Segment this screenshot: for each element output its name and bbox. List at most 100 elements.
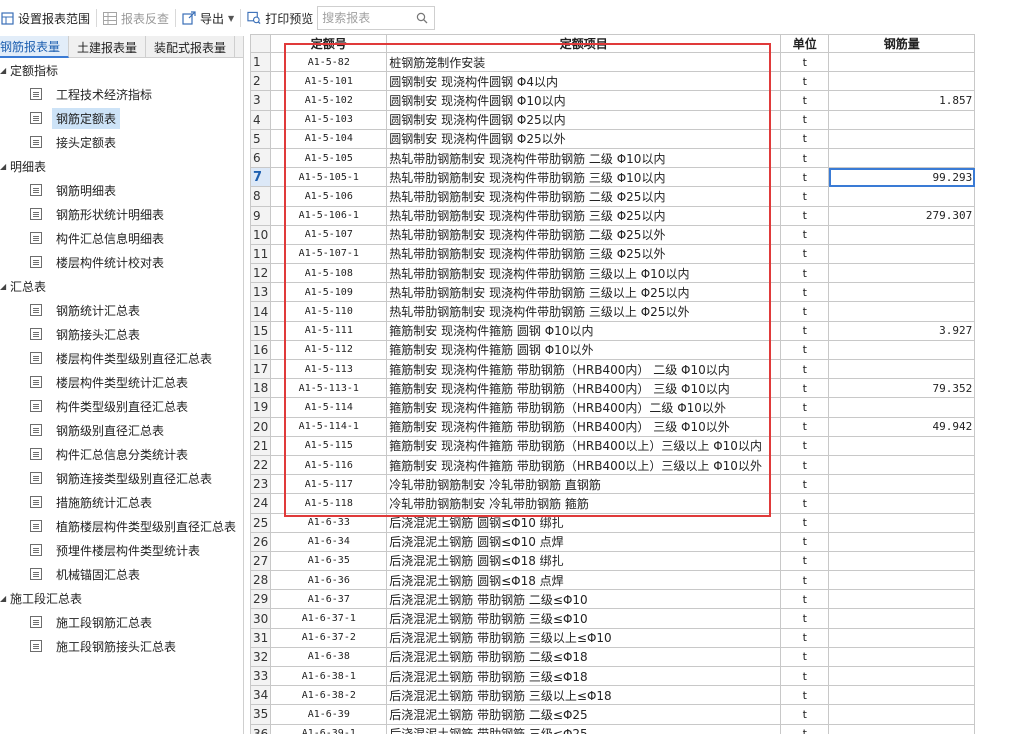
cell-value[interactable] <box>828 358 976 380</box>
cell-code[interactable]: A1-6-39 <box>270 704 388 725</box>
cell-unit[interactable]: t <box>780 665 830 687</box>
tree-item-report[interactable]: 钢筋明细表 <box>0 178 243 202</box>
cell-item[interactable]: 后浇混泥土钢筋 带肋钢筋 三级以上≤Φ18 <box>386 685 782 706</box>
cell-code[interactable]: A1-6-34 <box>270 531 388 552</box>
table-row[interactable]: 32 A1-6-38 后浇混泥土钢筋 带肋钢筋 二级≤Φ18 t <box>249 646 976 668</box>
cell-value[interactable]: 279.307 <box>828 205 976 226</box>
cell-code[interactable]: A1-5-112 <box>270 339 388 361</box>
table-row[interactable]: 29 A1-6-37 后浇混泥土钢筋 带肋钢筋 二级≤Φ10 t <box>249 589 976 610</box>
cell-unit[interactable]: t <box>780 627 830 648</box>
cell-item[interactable]: 圆钢制安 现浇构件圆钢 Φ25以外 <box>386 128 782 149</box>
cell-unit[interactable]: t <box>780 435 830 456</box>
tree-item-report[interactable]: 机械锚固汇总表 <box>0 562 243 586</box>
tree-item-report[interactable]: 预埋件楼层构件类型统计表 <box>0 538 243 562</box>
cell-unit[interactable]: t <box>780 358 830 380</box>
cell-unit[interactable]: t <box>780 416 830 437</box>
collapse-arrow-icon[interactable]: ◢ <box>0 282 10 291</box>
cell-value[interactable] <box>828 550 976 572</box>
cell-unit[interactable]: t <box>780 51 830 73</box>
cell-unit[interactable]: t <box>780 378 830 399</box>
cell-code[interactable]: A1-5-116 <box>270 454 388 476</box>
cell-code[interactable]: A1-5-115 <box>270 435 388 456</box>
table-row[interactable]: 30 A1-6-37-1 后浇混泥土钢筋 带肋钢筋 三级≤Φ10 t <box>249 608 976 629</box>
cell-item[interactable]: 箍筋制安 现浇构件箍筋 带肋钢筋（HRB400内）二级 Φ10以外 <box>386 397 782 418</box>
cell-item[interactable]: 热轧带肋钢筋制安 现浇构件带肋钢筋 三级以上 Φ25以外 <box>386 301 782 322</box>
cell-item[interactable]: 冷轧带肋钢筋制安 冷轧带肋钢筋 直钢筋 <box>386 474 782 495</box>
tree-item-report[interactable]: 植筋楼层构件类型级别直径汇总表 <box>0 514 243 538</box>
cell-code[interactable]: A1-6-37-1 <box>270 608 388 629</box>
cell-item[interactable]: 后浇混泥土钢筋 带肋钢筋 三级≤Φ10 <box>386 608 782 629</box>
table-row[interactable]: 11 A1-5-107-1 热轧带肋钢筋制安 现浇构件带肋钢筋 三级 Φ25以外 t <box>249 243 976 265</box>
cell-code[interactable]: A1-6-38-1 <box>270 665 388 687</box>
table-row[interactable]: 13 A1-5-109 热轧带肋钢筋制安 现浇构件带肋钢筋 三级以上 Φ25以内 t <box>249 282 976 303</box>
cell-unit[interactable]: t <box>780 320 830 341</box>
cell-unit[interactable]: t <box>780 454 830 476</box>
cell-value[interactable]: 3.927 <box>828 320 976 341</box>
tree-item-report[interactable]: 工程技术经济指标 <box>0 82 243 106</box>
table-row[interactable]: 7 A1-5-105-1 热轧带肋钢筋制安 现浇构件带肋钢筋 三级 Φ10以内 t 99… <box>249 167 976 188</box>
cell-value[interactable]: 1.857 <box>828 90 976 111</box>
cell-unit[interactable]: t <box>780 128 830 149</box>
cell-unit[interactable]: t <box>780 71 830 92</box>
cell-value[interactable] <box>828 71 976 92</box>
cell-unit[interactable]: t <box>780 147 830 169</box>
cell-value[interactable] <box>828 51 976 73</box>
tree-item-report[interactable]: 钢筋接头汇总表 <box>0 322 243 346</box>
cell-code[interactable]: A1-5-117 <box>270 474 388 495</box>
cell-code[interactable]: A1-5-111 <box>270 320 388 341</box>
cell-unit[interactable]: t <box>780 512 830 533</box>
tree-item-report[interactable]: 钢筋统计汇总表 <box>0 298 243 322</box>
cell-value[interactable] <box>828 570 976 591</box>
cell-code[interactable]: A1-5-102 <box>270 90 388 111</box>
table-row[interactable]: 21 A1-5-115 箍筋制安 现浇构件箍筋 带肋钢筋（HRB400以上）三级以上… <box>249 435 976 456</box>
cell-unit[interactable]: t <box>780 493 830 514</box>
tree-item-report[interactable]: 构件汇总信息明细表 <box>0 226 243 250</box>
cell-value[interactable] <box>828 263 976 284</box>
cell-code[interactable]: A1-6-35 <box>270 550 388 572</box>
cell-code[interactable]: A1-5-109 <box>270 282 388 303</box>
cell-code[interactable]: A1-6-33 <box>270 512 388 533</box>
cell-item[interactable]: 桩钢筋笼制作安装 <box>386 51 782 73</box>
cell-item[interactable]: 后浇混泥土钢筋 圆钢≤Φ18 点焊 <box>386 570 782 591</box>
cell-code[interactable]: A1-5-106 <box>270 186 388 207</box>
cell-item[interactable]: 圆钢制安 现浇构件圆钢 Φ4以内 <box>386 71 782 92</box>
cell-value[interactable] <box>828 454 976 476</box>
cell-value[interactable] <box>828 147 976 169</box>
collapse-arrow-icon[interactable]: ◢ <box>0 162 10 171</box>
table-row[interactable]: 22 A1-5-116 箍筋制安 现浇构件箍筋 带肋钢筋（HRB400以上）三级以上… <box>249 454 976 476</box>
cell-value[interactable] <box>828 224 976 245</box>
cell-unit[interactable]: t <box>780 646 830 668</box>
chevron-down-icon[interactable]: ▼ <box>228 14 234 23</box>
cell-unit[interactable]: t <box>780 531 830 552</box>
table-row[interactable]: 1 A1-5-82 桩钢筋笼制作安装 t <box>249 51 976 73</box>
table-row[interactable]: 33 A1-6-38-1 后浇混泥土钢筋 带肋钢筋 三级≤Φ18 t <box>249 665 976 687</box>
cell-value[interactable]: 49.942 <box>828 416 976 437</box>
cell-value[interactable] <box>828 646 976 668</box>
tree-item-report[interactable]: 楼层构件统计校对表 <box>0 250 243 274</box>
tree-item-report[interactable]: 施工段钢筋汇总表 <box>0 610 243 634</box>
cell-unit[interactable]: t <box>780 589 830 610</box>
tree-group-detail[interactable]: ◢ 明细表 <box>0 154 243 178</box>
tree-item-report[interactable]: 钢筋连接类型级别直径汇总表 <box>0 466 243 490</box>
table-row[interactable]: 34 A1-6-38-2 后浇混泥土钢筋 带肋钢筋 三级以上≤Φ18 t <box>249 685 976 706</box>
table-row[interactable]: 17 A1-5-113 箍筋制安 现浇构件箍筋 带肋钢筋（HRB400内） 二级 Φ… <box>249 358 976 380</box>
cell-code[interactable]: A1-5-113 <box>270 358 388 380</box>
cell-item[interactable]: 热轧带肋钢筋制安 现浇构件带肋钢筋 二级 Φ25以外 <box>386 224 782 245</box>
collapse-arrow-icon[interactable]: ◢ <box>0 594 10 603</box>
table-row[interactable]: 23 A1-5-117 冷轧带肋钢筋制安 冷轧带肋钢筋 直钢筋 t <box>249 474 976 495</box>
cell-item[interactable]: 后浇混泥土钢筋 圆钢≤Φ10 点焊 <box>386 531 782 552</box>
cell-code[interactable]: A1-6-39-1 <box>270 723 388 734</box>
cell-value[interactable] <box>828 474 976 495</box>
cell-value[interactable] <box>828 397 976 418</box>
table-row[interactable]: 3 A1-5-102 圆钢制安 现浇构件圆钢 Φ10以内 t 1.857 <box>249 90 976 111</box>
tree-group-construction-section[interactable]: ◢ 施工段汇总表 <box>0 586 243 610</box>
table-row[interactable]: 18 A1-5-113-1 箍筋制安 现浇构件箍筋 带肋钢筋（HRB400内） 三级… <box>249 378 976 399</box>
cell-value[interactable] <box>828 704 976 725</box>
cell-value[interactable] <box>828 339 976 361</box>
table-row[interactable]: 2 A1-5-101 圆钢制安 现浇构件圆钢 Φ4以内 t <box>249 71 976 92</box>
tree-item-report[interactable]: 构件汇总信息分类统计表 <box>0 442 243 466</box>
table-row[interactable]: 20 A1-5-114-1 箍筋制安 现浇构件箍筋 带肋钢筋（HRB400内） 三级… <box>249 416 976 437</box>
cell-unit[interactable]: t <box>780 704 830 725</box>
cell-value[interactable] <box>828 531 976 552</box>
cell-unit[interactable]: t <box>780 186 830 207</box>
